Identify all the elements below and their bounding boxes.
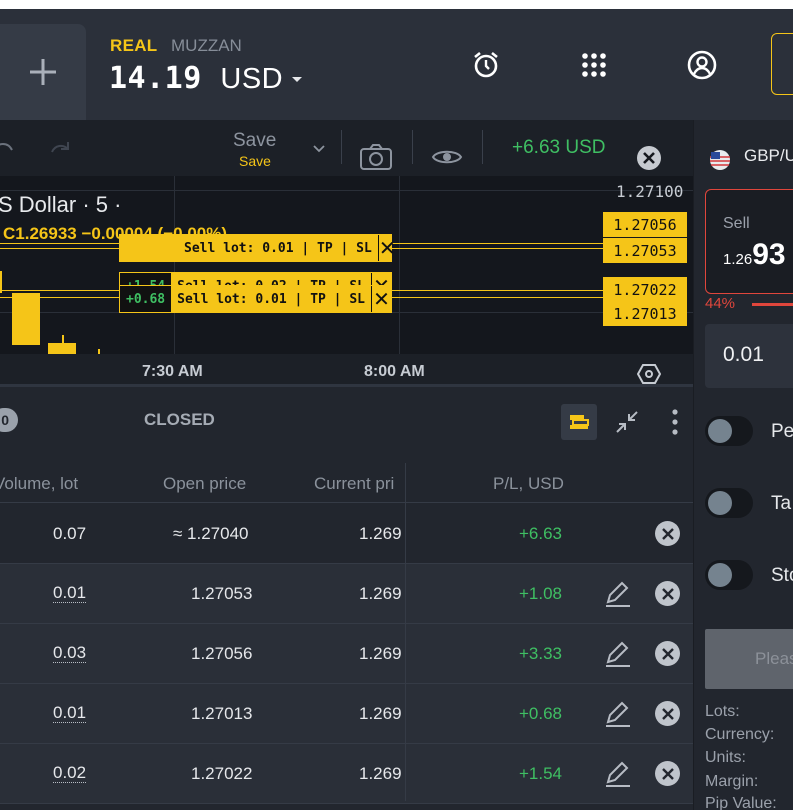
- open-price-cell: 1.27056: [191, 644, 253, 663]
- current-price-cell: 1.269: [359, 524, 402, 543]
- edit-pencil-icon[interactable]: [604, 700, 632, 728]
- toolbar-divider: [482, 130, 483, 164]
- account-type: REAL: [110, 36, 158, 55]
- open-price-cell: 1.27013: [191, 704, 253, 723]
- volume-cell[interactable]: 0.03: [53, 644, 87, 663]
- grid-line: [174, 176, 175, 354]
- toolbar-divider: [412, 130, 413, 164]
- top-header: REAL MUZZAN 14.19 USD: [0, 9, 793, 120]
- price-tag: 1.27053: [603, 238, 687, 263]
- close-position-button[interactable]: [655, 701, 680, 726]
- redo-icon[interactable]: [48, 138, 72, 158]
- table-row[interactable]: 0.07 ≈ 1.27040 1.269 +6.63: [0, 504, 693, 564]
- close-position-button[interactable]: [655, 521, 680, 546]
- current-price-cell: 1.269: [359, 584, 402, 603]
- open-price-cell: ≈ 1.27040: [173, 524, 249, 543]
- eye-icon[interactable]: [431, 147, 463, 167]
- trading-app: REAL MUZZAN 14.19 USD Save Save +6.63 US…: [0, 9, 793, 810]
- ohlc-readout: C1.26933 −0.00004 (−0.00%): [3, 224, 228, 243]
- table-row[interactable]: 0.01 1.27013 1.269 +0.68: [0, 684, 693, 744]
- close-position-button[interactable]: [655, 761, 680, 786]
- price-tag: 1.27022: [603, 277, 687, 302]
- floating-pl: +6.63 USD: [512, 137, 606, 158]
- hexagon-settings-icon[interactable]: [637, 362, 661, 384]
- price-tag: 1.27013: [603, 301, 687, 326]
- table-row[interactable]: 0.03 1.27056 1.269 +3.33: [0, 624, 693, 684]
- order-label: Sell lot: 0.01 | TP | SL: [177, 291, 365, 307]
- chart-symbol-title: S Dollar · 5 ·: [0, 192, 122, 217]
- candle: [12, 293, 40, 345]
- deposit-button[interactable]: [771, 33, 793, 95]
- collapse-arrows-icon[interactable]: [609, 404, 645, 440]
- chevron-down-icon[interactable]: [292, 77, 302, 82]
- price-tag: 1.27056: [603, 212, 687, 237]
- chevron-down-icon[interactable]: [312, 144, 326, 154]
- order-tag[interactable]: +0.68 Sell lot: 0.01 | TP | SL ✕: [119, 285, 392, 313]
- positions-panel: 0 CLOSED Volume, lot Open price Current …: [0, 384, 693, 810]
- volume-cell: 0.07: [53, 524, 87, 543]
- pl-cell: +1.54: [519, 764, 563, 783]
- time-label: 7:30 AM: [142, 363, 203, 380]
- column-divider: [405, 463, 406, 801]
- tab-closed[interactable]: CLOSED: [144, 410, 215, 430]
- time-axis: [0, 354, 693, 384]
- user-profile-icon[interactable]: [686, 49, 718, 81]
- time-label: 8:00 AM: [364, 363, 425, 380]
- column-open-price[interactable]: Open price: [163, 474, 246, 494]
- grid-line: [0, 190, 693, 191]
- price-axis-label: 1.27100: [616, 182, 684, 201]
- pl-cell: +3.33: [519, 644, 563, 663]
- pl-cell: +0.68: [519, 704, 563, 723]
- table-row[interactable]: 0.02 1.27022 1.269 +1.54: [0, 744, 693, 804]
- grid-line: [399, 176, 400, 354]
- order-pl: +0.68: [120, 286, 172, 312]
- camera-icon[interactable]: [359, 143, 393, 171]
- apps-grid-icon[interactable]: [578, 49, 610, 81]
- balance-currency: USD: [220, 63, 284, 95]
- open-price-cell: 1.27053: [191, 584, 253, 603]
- close-position-button[interactable]: [655, 641, 680, 666]
- table-row[interactable]: 0.01 1.27053 1.269 +1.08: [0, 564, 693, 624]
- column-current-price[interactable]: Current pri: [314, 474, 394, 494]
- candle: [0, 271, 2, 293]
- table-header: Volume, lot Open price Current pri P/L, …: [0, 463, 693, 503]
- account-balance[interactable]: 14.19 USD: [109, 61, 283, 96]
- more-vertical-icon[interactable]: [657, 404, 693, 440]
- price-chart[interactable]: Save Save +6.63 USD 1.27100 S Dollar · 5…: [0, 120, 693, 384]
- candle: [48, 343, 76, 354]
- pl-cell: +6.63: [519, 524, 563, 543]
- close-position-button[interactable]: [655, 581, 680, 606]
- open-count-badge[interactable]: 0: [0, 408, 18, 432]
- chart-toolbar: Save Save +6.63 USD: [0, 120, 693, 176]
- open-price-cell: 1.27022: [191, 764, 253, 783]
- column-pl[interactable]: P/L, USD: [493, 474, 564, 494]
- stack-layers-icon[interactable]: [561, 404, 597, 440]
- edit-pencil-icon[interactable]: [604, 640, 632, 668]
- edit-pencil-icon[interactable]: [604, 580, 632, 608]
- save-label: Save: [233, 130, 277, 151]
- save-sublabel: Save: [239, 153, 271, 169]
- current-price-cell: 1.269: [359, 704, 402, 723]
- order-panel: [693, 120, 793, 810]
- plus-icon: [30, 59, 56, 85]
- account-name: MUZZAN: [171, 36, 242, 55]
- edit-pencil-icon[interactable]: [604, 760, 632, 788]
- volume-cell[interactable]: 0.01: [53, 584, 87, 603]
- alarm-clock-icon[interactable]: [470, 49, 502, 81]
- volume-cell[interactable]: 0.01: [53, 704, 87, 723]
- close-order-button[interactable]: ✕: [377, 235, 396, 261]
- new-tab-button[interactable]: [0, 24, 86, 120]
- toolbar-divider: [341, 130, 342, 164]
- close-order-button[interactable]: ✕: [370, 286, 391, 312]
- current-price-cell: 1.269: [359, 764, 402, 783]
- column-volume[interactable]: Volume, lot: [0, 474, 78, 494]
- close-circle-icon[interactable]: [636, 145, 662, 171]
- current-price-cell: 1.269: [359, 644, 402, 663]
- balance-value: 14.19: [109, 61, 202, 96]
- undo-icon[interactable]: [0, 138, 16, 158]
- panel-divider: [0, 384, 693, 387]
- volume-cell[interactable]: 0.02: [53, 764, 87, 783]
- pl-cell: +1.08: [519, 584, 563, 603]
